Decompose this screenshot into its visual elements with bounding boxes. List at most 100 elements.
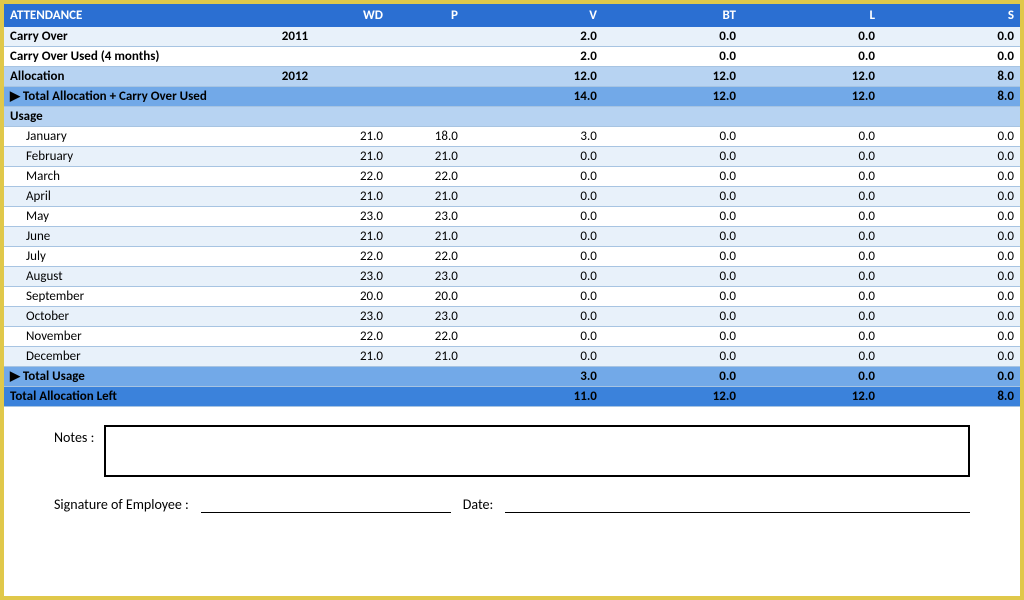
cell <box>239 147 314 167</box>
cell <box>389 47 464 67</box>
cell: 0.0 <box>603 347 742 367</box>
cell: 0.0 <box>881 287 1020 307</box>
cell <box>314 47 389 67</box>
header-wd: WD <box>314 4 389 27</box>
cell: 0.0 <box>603 267 742 287</box>
cell: 8.0 <box>881 67 1020 87</box>
cell: 0.0 <box>603 367 742 387</box>
total-left-label: Total Allocation Left <box>4 387 464 407</box>
cell: 12.0 <box>603 67 742 87</box>
month-label: April <box>4 187 239 207</box>
cell: 12.0 <box>742 67 881 87</box>
header-title: ATTENDANCE <box>4 4 239 27</box>
cell: 0.0 <box>881 147 1020 167</box>
cell: 22.0 <box>314 327 389 347</box>
content: ATTENDANCE WD P V BT L S Carry Over 2011… <box>4 4 1020 513</box>
cell: 0.0 <box>742 287 881 307</box>
cell: 0.0 <box>464 227 603 247</box>
month-row: January21.018.03.00.00.00.0 <box>4 127 1020 147</box>
month-row: February21.021.00.00.00.00.0 <box>4 147 1020 167</box>
month-row: November22.022.00.00.00.00.0 <box>4 327 1020 347</box>
cell: 2.0 <box>464 47 603 67</box>
cell <box>239 167 314 187</box>
cell: 0.0 <box>742 227 881 247</box>
document-frame: ATTENDANCE WD P V BT L S Carry Over 2011… <box>0 0 1024 600</box>
allocation-year: 2012 <box>239 67 314 87</box>
month-label: June <box>4 227 239 247</box>
cell: 23.0 <box>389 267 464 287</box>
cell: 21.0 <box>314 127 389 147</box>
cell: 11.0 <box>464 387 603 407</box>
cell: 0.0 <box>742 187 881 207</box>
cell: 0.0 <box>464 247 603 267</box>
cell: 22.0 <box>389 327 464 347</box>
attendance-table: ATTENDANCE WD P V BT L S Carry Over 2011… <box>4 4 1020 407</box>
cell: 0.0 <box>881 127 1020 147</box>
total-allocation-label: ▶ Total Allocation + Carry Over Used <box>4 87 464 107</box>
month-label: January <box>4 127 239 147</box>
cell: 0.0 <box>742 327 881 347</box>
signature-line[interactable] <box>201 495 451 513</box>
cell: 0.0 <box>464 167 603 187</box>
cell: 23.0 <box>314 207 389 227</box>
usage-header-label: Usage <box>4 107 1020 127</box>
cell <box>389 67 464 87</box>
month-label: October <box>4 307 239 327</box>
cell: 21.0 <box>314 187 389 207</box>
carry-over-used-row: Carry Over Used (4 months) 2.0 0.0 0.0 0… <box>4 47 1020 67</box>
cell: 8.0 <box>881 87 1020 107</box>
header-row: ATTENDANCE WD P V BT L S <box>4 4 1020 27</box>
cell <box>314 27 389 47</box>
cell: 0.0 <box>881 367 1020 387</box>
cell: 0.0 <box>742 147 881 167</box>
cell: 20.0 <box>314 287 389 307</box>
cell: 22.0 <box>314 167 389 187</box>
month-label: February <box>4 147 239 167</box>
cell: 0.0 <box>464 187 603 207</box>
cell: 8.0 <box>881 387 1020 407</box>
cell: 12.0 <box>742 387 881 407</box>
cell: 3.0 <box>464 367 603 387</box>
cell: 0.0 <box>742 47 881 67</box>
header-v: V <box>464 4 603 27</box>
cell: 0.0 <box>742 347 881 367</box>
cell <box>239 287 314 307</box>
cell: 0.0 <box>603 167 742 187</box>
cell: 22.0 <box>389 247 464 267</box>
cell: 12.0 <box>742 87 881 107</box>
cell: 0.0 <box>881 47 1020 67</box>
carry-over-used-label: Carry Over Used (4 months) <box>4 47 314 67</box>
total-usage-row: ▶ Total Usage3.00.00.00.0 <box>4 367 1020 387</box>
cell: 22.0 <box>314 247 389 267</box>
signature-row: Signature of Employee : Date: <box>54 495 970 513</box>
cell: 0.0 <box>742 207 881 227</box>
month-row: October23.023.00.00.00.00.0 <box>4 307 1020 327</box>
cell: 21.0 <box>314 227 389 247</box>
cell: 0.0 <box>742 167 881 187</box>
cell: 0.0 <box>603 287 742 307</box>
cell: 0.0 <box>464 327 603 347</box>
month-row: July22.022.00.00.00.00.0 <box>4 247 1020 267</box>
cell: 0.0 <box>603 307 742 327</box>
cell: 0.0 <box>742 307 881 327</box>
cell: 0.0 <box>881 307 1020 327</box>
header-bt: BT <box>603 4 742 27</box>
month-label: December <box>4 347 239 367</box>
cell: 0.0 <box>742 367 881 387</box>
month-row: December21.021.00.00.00.00.0 <box>4 347 1020 367</box>
cell: 14.0 <box>464 87 603 107</box>
notes-box[interactable] <box>104 425 970 477</box>
cell: 21.0 <box>389 347 464 367</box>
cell: 0.0 <box>464 207 603 227</box>
cell: 23.0 <box>314 267 389 287</box>
cell: 0.0 <box>881 167 1020 187</box>
total-left-row: Total Allocation Left11.012.012.08.0 <box>4 387 1020 407</box>
month-row: April21.021.00.00.00.00.0 <box>4 187 1020 207</box>
cell: 0.0 <box>881 267 1020 287</box>
date-label: Date: <box>463 496 493 513</box>
cell: 0.0 <box>603 147 742 167</box>
month-label: July <box>4 247 239 267</box>
date-line[interactable] <box>505 495 970 513</box>
cell <box>239 247 314 267</box>
cell: 21.0 <box>389 187 464 207</box>
